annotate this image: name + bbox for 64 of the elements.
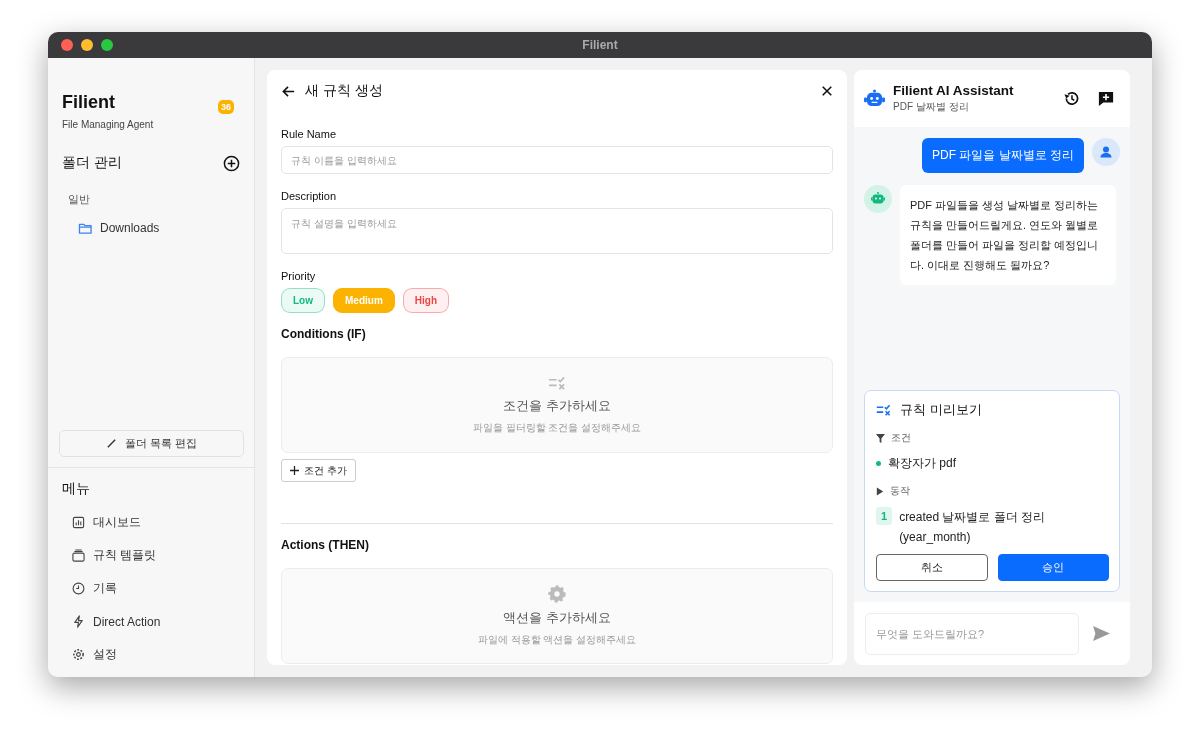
section-heading: 폴더 관리 xyxy=(62,154,122,172)
close-light-icon[interactable] xyxy=(61,39,73,51)
add-circle-icon[interactable] xyxy=(223,154,240,172)
window-title: Filient xyxy=(582,38,618,52)
action-text: created 날짜별로 폴더 정리 (year_month) xyxy=(899,509,1047,546)
bot-avatar-icon xyxy=(864,185,892,213)
play-icon xyxy=(876,486,884,496)
filter-icon xyxy=(876,433,885,443)
preview-section-label: 조건 xyxy=(891,431,911,445)
checklist-icon xyxy=(547,375,567,391)
rule-name-field[interactable]: 규칙 이름을 입력하세요 xyxy=(281,146,833,174)
stack-icon xyxy=(72,549,85,562)
approve-button[interactable]: 승인 xyxy=(997,554,1109,581)
empty-title: 조건을 추가하세요 xyxy=(503,396,611,415)
clock-icon xyxy=(72,582,85,595)
field-label: Priority xyxy=(281,270,317,282)
edit-folders-button[interactable]: 폴더 목록 편집 xyxy=(59,430,244,457)
message-input[interactable]: 무엇을 도와드릴까요? xyxy=(865,612,1079,655)
assistant-message: PDF 파일들을 생성 날짜별로 정리하는 규칙을 만들어드릴게요. 연도와 월별로 폴더를 만들어 파일을 정리할 예정입니다. 이대로 진행해도 될까요? xyxy=(900,185,1116,285)
page-title: 새 규칙 생성 xyxy=(305,82,384,100)
settings-icon xyxy=(72,648,85,661)
empty-hint: 파일에 적용할 액션을 설정해주세요 xyxy=(477,633,637,647)
add-condition-button[interactable]: 조건 추가 xyxy=(281,459,356,482)
assistant-title: Filient AI Assistant xyxy=(893,83,1015,98)
cancel-button[interactable]: 취소 xyxy=(876,554,988,581)
assistant-subtitle: PDF 날짜별 정리 xyxy=(893,100,970,114)
preview-section-label: 동작 xyxy=(890,484,910,498)
description-field[interactable]: 규칙 설명을 입력하세요 xyxy=(281,208,833,254)
folder-item[interactable]: Downloads xyxy=(78,221,244,235)
condition-text: 확장자가 pdf xyxy=(888,455,956,472)
app-name: Filient xyxy=(62,92,116,113)
preview-title: 규칙 미리보기 xyxy=(900,401,982,419)
plus-icon xyxy=(290,466,299,475)
field-label: Rule Name xyxy=(281,128,338,140)
gear-icon xyxy=(548,585,566,603)
new-chat-icon[interactable] xyxy=(1098,90,1114,107)
empty-title: 액션을 추가하세요 xyxy=(503,609,611,627)
menu-item[interactable]: 대시보드 xyxy=(72,506,244,539)
minimize-light-icon[interactable] xyxy=(81,39,93,51)
user-message: PDF 파일을 날짜별로 정리 xyxy=(922,138,1084,173)
history-icon[interactable] xyxy=(1063,90,1080,107)
menu-item[interactable]: 기록 xyxy=(72,572,244,605)
folder-icon xyxy=(78,221,93,235)
robot-icon xyxy=(864,89,885,108)
zoom-light-icon[interactable] xyxy=(101,39,113,51)
back-arrow-icon[interactable] xyxy=(281,83,296,99)
step-number: 1 xyxy=(876,507,893,525)
send-icon[interactable] xyxy=(1093,626,1110,641)
user-avatar-icon xyxy=(1092,138,1120,166)
close-icon[interactable] xyxy=(821,85,833,97)
checklist-icon xyxy=(876,403,892,417)
empty-hint: 파일을 필터링할 조건을 설정해주세요 xyxy=(472,420,642,435)
field-label: Description xyxy=(281,190,338,202)
section-heading: Conditions (IF) xyxy=(281,327,367,341)
lightning-icon xyxy=(72,615,85,628)
bar-chart-icon xyxy=(72,516,85,529)
section-heading: 메뉴 xyxy=(62,480,91,498)
app-tagline: File Managing Agent xyxy=(62,119,154,130)
section-heading: Actions (THEN) xyxy=(281,538,370,552)
pencil-icon xyxy=(105,438,117,449)
menu-item[interactable]: 설정 xyxy=(72,638,244,671)
menu-item[interactable]: 규칙 템플릿 xyxy=(72,539,244,572)
menu-item[interactable]: Direct Action xyxy=(72,605,244,638)
folder-group-label: 일반 xyxy=(68,192,91,207)
